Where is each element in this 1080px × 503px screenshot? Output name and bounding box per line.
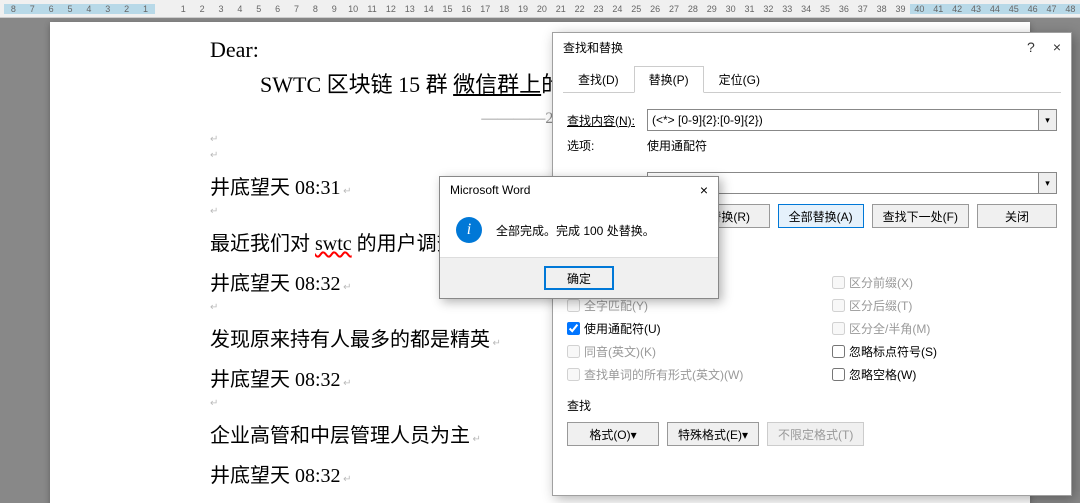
find-row: 查找内容(N): ▾ bbox=[567, 109, 1057, 131]
check-label: 忽略空格(W) bbox=[849, 366, 916, 383]
check-label: 区分前缀(X) bbox=[849, 274, 913, 291]
checkbox[interactable] bbox=[832, 345, 845, 358]
find-label: 查找内容(N): bbox=[567, 112, 647, 129]
ok-button[interactable]: 确定 bbox=[544, 266, 614, 290]
close-button[interactable]: 关闭 bbox=[977, 204, 1057, 228]
doc-text-spellerror: swtc bbox=[315, 233, 352, 255]
msgbox-content: i 全部完成。完成 100 处替换。 bbox=[440, 203, 718, 257]
tab-replace[interactable]: 替换(P) bbox=[634, 66, 704, 93]
check-label: 使用通配符(U) bbox=[584, 320, 661, 337]
doc-text-underline: 微信群上 bbox=[453, 72, 541, 97]
no-format-button[interactable]: 不限定格式(T) bbox=[767, 422, 864, 446]
tab-find[interactable]: 查找(D) bbox=[563, 66, 634, 93]
help-icon[interactable]: ? bbox=[1027, 39, 1035, 55]
check-wildcards[interactable]: 使用通配符(U) bbox=[567, 320, 792, 337]
dialog-titlebar[interactable]: 查找和替换 ? × bbox=[553, 33, 1071, 61]
check-prefix[interactable]: 区分前缀(X) bbox=[832, 274, 1057, 291]
tab-label: 查找(D) bbox=[578, 73, 619, 87]
doc-text: 发现原来持有人最多的都是精英 bbox=[210, 329, 490, 351]
checkbox bbox=[567, 345, 580, 358]
msgbox-title: Microsoft Word bbox=[450, 183, 530, 197]
doc-text: 井底望天 08:32 bbox=[210, 369, 341, 391]
doc-text: 最近我们对 bbox=[210, 233, 315, 255]
bottom-button-row: 格式(O)▾ 特殊格式(E)▾ 不限定格式(T) bbox=[567, 422, 1057, 446]
check-word-forms[interactable]: 查找单词的所有形式(英文)(W) bbox=[567, 366, 792, 383]
check-label: 区分全/半角(M) bbox=[849, 320, 930, 337]
replace-dropdown-button[interactable]: ▾ bbox=[1039, 172, 1057, 194]
doc-text: 井底望天 08:32 bbox=[210, 465, 341, 487]
checkbox[interactable] bbox=[567, 322, 580, 335]
doc-text: 井底望天 08:32 bbox=[210, 273, 341, 295]
section-find-label: 查找 bbox=[567, 397, 1057, 414]
message-box: Microsoft Word × i 全部完成。完成 100 处替换。 确定 bbox=[439, 176, 719, 299]
msgbox-titlebar[interactable]: Microsoft Word × bbox=[440, 177, 718, 203]
checkbox bbox=[567, 368, 580, 381]
doc-text: 井底望天 08:31 bbox=[210, 177, 341, 199]
check-full-half[interactable]: 区分全/半角(M) bbox=[832, 320, 1057, 337]
tab-label: 替换(P) bbox=[649, 73, 689, 87]
checkbox bbox=[832, 322, 845, 335]
close-icon[interactable]: × bbox=[1053, 39, 1061, 55]
check-ignore-punct[interactable]: 忽略标点符号(S) bbox=[832, 343, 1057, 360]
tab-goto[interactable]: 定位(G) bbox=[704, 66, 775, 93]
format-button[interactable]: 格式(O)▾ bbox=[567, 422, 659, 446]
check-sounds-like[interactable]: 同音(英文)(K) bbox=[567, 343, 792, 360]
doc-text: SWTC 区块链 15 群 bbox=[260, 72, 453, 97]
dialog-tabs: 查找(D) 替换(P) 定位(G) bbox=[563, 65, 1061, 93]
check-suffix[interactable]: 区分后缀(T) bbox=[832, 297, 1057, 314]
options-value: 使用通配符 bbox=[647, 137, 707, 154]
find-next-button[interactable]: 查找下一处(F) bbox=[872, 204, 969, 228]
check-label: 忽略标点符号(S) bbox=[849, 343, 937, 360]
tab-label: 定位(G) bbox=[719, 73, 760, 87]
checkbox bbox=[832, 276, 845, 289]
check-label: 查找单词的所有形式(英文)(W) bbox=[584, 366, 743, 383]
doc-text: 企业高管和中层管理人员为主 bbox=[210, 425, 470, 447]
check-whole-word[interactable]: 全字匹配(Y) bbox=[567, 297, 792, 314]
checkbox bbox=[567, 299, 580, 312]
close-icon[interactable]: × bbox=[700, 182, 708, 198]
options-row-info: 选项: 使用通配符 bbox=[567, 137, 1057, 154]
horizontal-ruler[interactable]: 8765432112345678910111213141516171819202… bbox=[0, 0, 1080, 18]
dialog-title: 查找和替换 bbox=[563, 39, 623, 56]
checkbox[interactable] bbox=[832, 368, 845, 381]
msgbox-text: 全部完成。完成 100 处替换。 bbox=[496, 222, 655, 239]
options-label: 选项: bbox=[567, 137, 647, 154]
msgbox-footer: 确定 bbox=[440, 257, 718, 298]
check-label: 区分后缀(T) bbox=[849, 297, 912, 314]
find-input[interactable] bbox=[647, 109, 1039, 131]
check-ignore-space[interactable]: 忽略空格(W) bbox=[832, 366, 1057, 383]
find-dropdown-button[interactable]: ▾ bbox=[1039, 109, 1057, 131]
info-icon: i bbox=[456, 217, 482, 243]
check-label: 同音(英文)(K) bbox=[584, 343, 656, 360]
check-label: 全字匹配(Y) bbox=[584, 297, 648, 314]
special-format-button[interactable]: 特殊格式(E)▾ bbox=[667, 422, 759, 446]
checkbox bbox=[832, 299, 845, 312]
replace-all-button[interactable]: 全部替换(A) bbox=[778, 204, 864, 228]
